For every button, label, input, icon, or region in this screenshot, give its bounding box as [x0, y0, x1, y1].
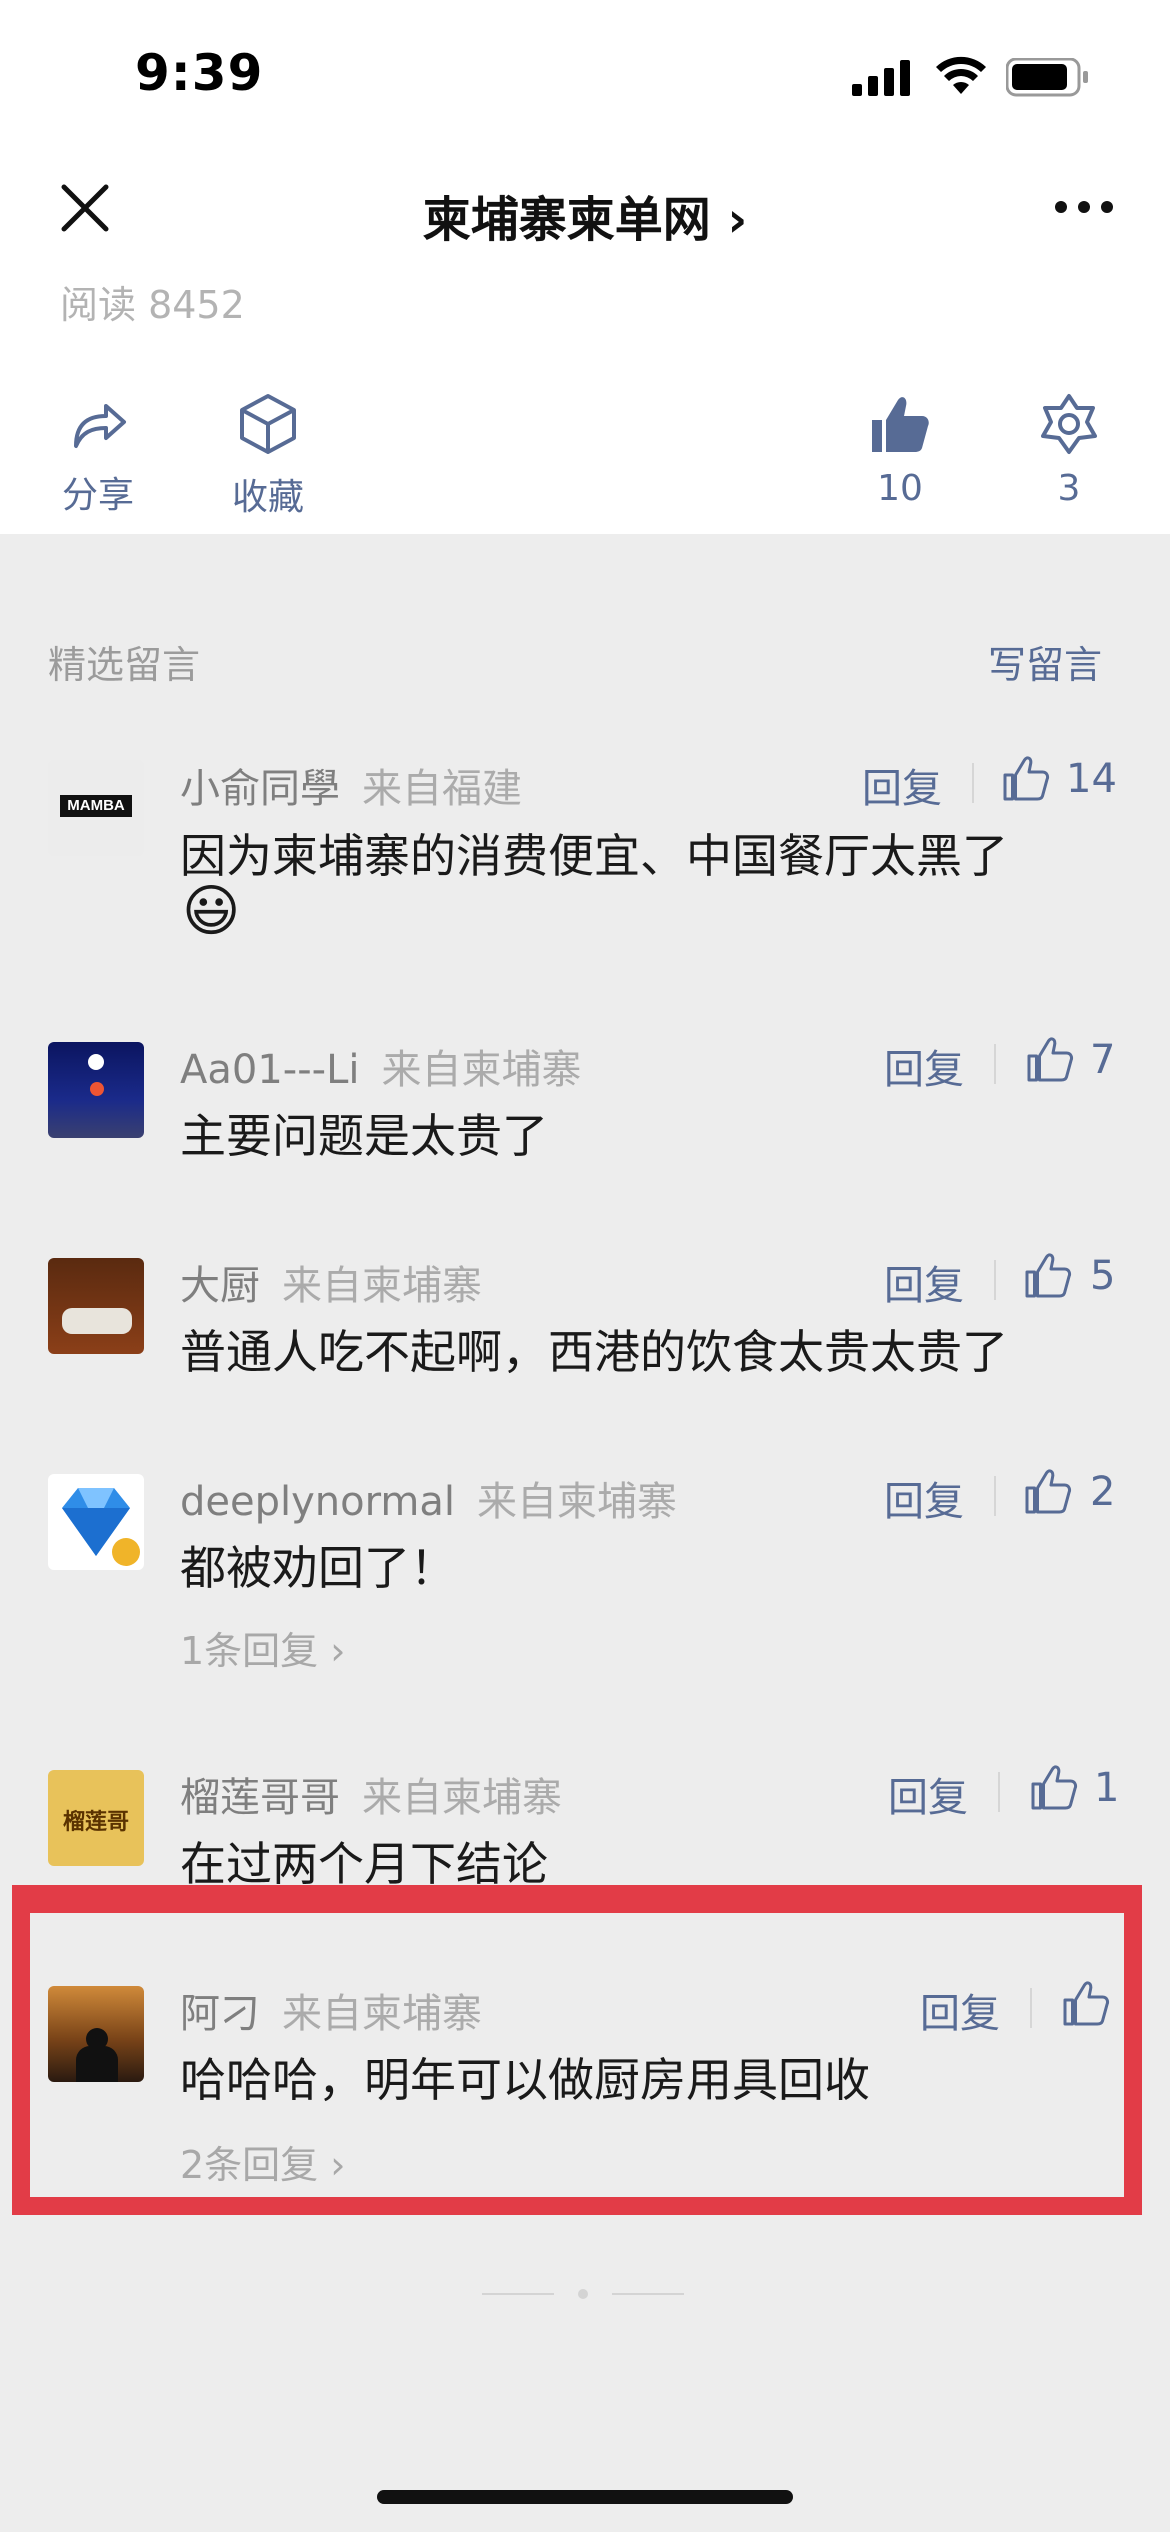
comment-text: 哈哈哈，明年可以做厨房用具回收	[180, 2053, 870, 2107]
comment-location: 来自柬埔寨	[282, 1263, 482, 1309]
comment-like-count: 5	[1090, 1253, 1116, 1299]
article-footer: 阅读 8452 分享 收藏 10 3	[0, 274, 1170, 534]
avatar-car-image	[62, 1308, 132, 1334]
comment-author: 小俞同學 来自福建	[180, 756, 522, 814]
separator	[994, 1476, 996, 1516]
like-button[interactable]: 10	[830, 392, 970, 509]
thumbs-up-icon[interactable]	[1026, 1035, 1074, 1083]
page-title[interactable]: 柬埔寨柬单网 ›	[0, 180, 1170, 250]
read-count: 阅读 8452	[60, 283, 245, 327]
comment-like-count: 14	[1066, 756, 1117, 802]
separator	[1030, 1988, 1032, 2028]
wow-button[interactable]: 3	[999, 392, 1139, 509]
avatar[interactable]: MAMBA	[48, 760, 144, 856]
reply-button[interactable]: 回复	[884, 1253, 964, 1311]
thumbs-up-icon[interactable]	[1024, 1251, 1072, 1299]
reply-button[interactable]: 回复	[884, 1037, 964, 1095]
comment-username: 大厨	[180, 1263, 260, 1309]
avatar-silhouette-body	[76, 2046, 118, 2082]
comment-text: 都被劝回了！	[180, 1541, 456, 1595]
comment-location: 来自柬埔寨	[282, 1991, 482, 2037]
reply-button[interactable]: 回复	[884, 1469, 964, 1527]
share-button[interactable]: 分享	[28, 394, 168, 518]
separator	[972, 763, 974, 803]
more-options-icon[interactable]	[1054, 200, 1114, 214]
comment-like-count: 7	[1090, 1037, 1116, 1083]
comment-username: Aa01---Li	[180, 1047, 360, 1093]
reply-button[interactable]: 回复	[862, 756, 942, 814]
avatar-firework-image	[90, 1082, 104, 1096]
avatar[interactable]	[48, 1986, 144, 2082]
cellular-signal-icon	[852, 60, 910, 96]
cube-icon	[240, 394, 296, 454]
avatar-diamond-image	[62, 1488, 140, 1566]
comment-location: 来自福建	[362, 766, 522, 812]
separator	[998, 1772, 1000, 1812]
reply-button[interactable]: 回复	[920, 1981, 1000, 2039]
thumbs-up-icon[interactable]	[1062, 1979, 1110, 2027]
comment-author: 阿刁 来自柬埔寨	[180, 1981, 482, 2039]
comment-author: deeplynormal 来自柬埔寨	[180, 1469, 677, 1527]
wow-count: 3	[1057, 468, 1081, 509]
collect-label: 收藏	[231, 477, 304, 518]
share-label: 分享	[61, 475, 134, 516]
thumbs-up-icon[interactable]	[1002, 754, 1050, 802]
thumbs-up-icon[interactable]	[1030, 1763, 1078, 1811]
avatar-logo-text: MAMBA	[60, 795, 132, 817]
wifi-icon	[936, 56, 986, 94]
comment-username: 榴莲哥哥	[180, 1775, 340, 1821]
comment-username: deeplynormal	[180, 1479, 455, 1525]
comment-location: 来自柬埔寨	[362, 1775, 562, 1821]
comment-username: 小俞同學	[180, 766, 340, 812]
end-divider-left	[482, 2293, 554, 2295]
comment-location: 来自柬埔寨	[381, 1047, 582, 1093]
avatar-light-image	[88, 1054, 104, 1070]
comment-author: 榴莲哥哥 来自柬埔寨	[180, 1765, 562, 1823]
comment-text: 因为柬埔寨的消费便宜、中国餐厅太黑了	[180, 829, 1008, 883]
view-replies-link[interactable]: 1条回复 ›	[180, 1620, 345, 1675]
avatar[interactable]	[48, 1042, 144, 1138]
thumbs-up-filled-icon	[872, 397, 929, 452]
nav-bar: 柬埔寨柬单网 ›	[0, 150, 1170, 275]
smiley-emoji: 😃	[182, 879, 241, 944]
home-indicator[interactable]	[377, 2490, 793, 2504]
comments-title: 精选留言	[48, 643, 201, 687]
avatar[interactable]	[48, 1258, 144, 1354]
status-bar: 9:39	[0, 0, 1170, 150]
like-count: 10	[877, 468, 923, 509]
status-time: 9:39	[135, 44, 264, 102]
comment-like-count: 2	[1090, 1469, 1116, 1515]
separator	[994, 1260, 996, 1300]
battery-icon	[1006, 58, 1088, 97]
end-divider-dot	[578, 2289, 588, 2299]
write-comment-button[interactable]: 写留言	[988, 634, 1102, 689]
comment-username: 阿刁	[180, 1991, 260, 2037]
end-divider-right	[612, 2293, 684, 2295]
comment-author: 大厨 来自柬埔寨	[180, 1253, 482, 1311]
comment-author: Aa01---Li 来自柬埔寨	[180, 1037, 581, 1095]
share-icon	[74, 404, 126, 448]
reply-button[interactable]: 回复	[888, 1765, 968, 1823]
comment-text: 主要问题是太贵了	[180, 1109, 548, 1163]
avatar-text: 榴莲哥	[62, 1810, 129, 1835]
view-replies-link[interactable]: 2条回复 ›	[180, 2134, 345, 2189]
comment-text: 普通人吃不起啊，西港的饮食太贵太贵了	[180, 1325, 1008, 1379]
avatar[interactable]: 榴莲哥	[48, 1770, 144, 1866]
separator	[994, 1044, 996, 1084]
comment-location: 来自柬埔寨	[476, 1479, 677, 1525]
collect-button[interactable]: 收藏	[198, 392, 338, 520]
thumbs-up-icon[interactable]	[1024, 1467, 1072, 1515]
wow-star-icon	[1041, 394, 1097, 454]
avatar[interactable]	[48, 1474, 144, 1570]
comment-like-count: 1	[1094, 1765, 1120, 1811]
